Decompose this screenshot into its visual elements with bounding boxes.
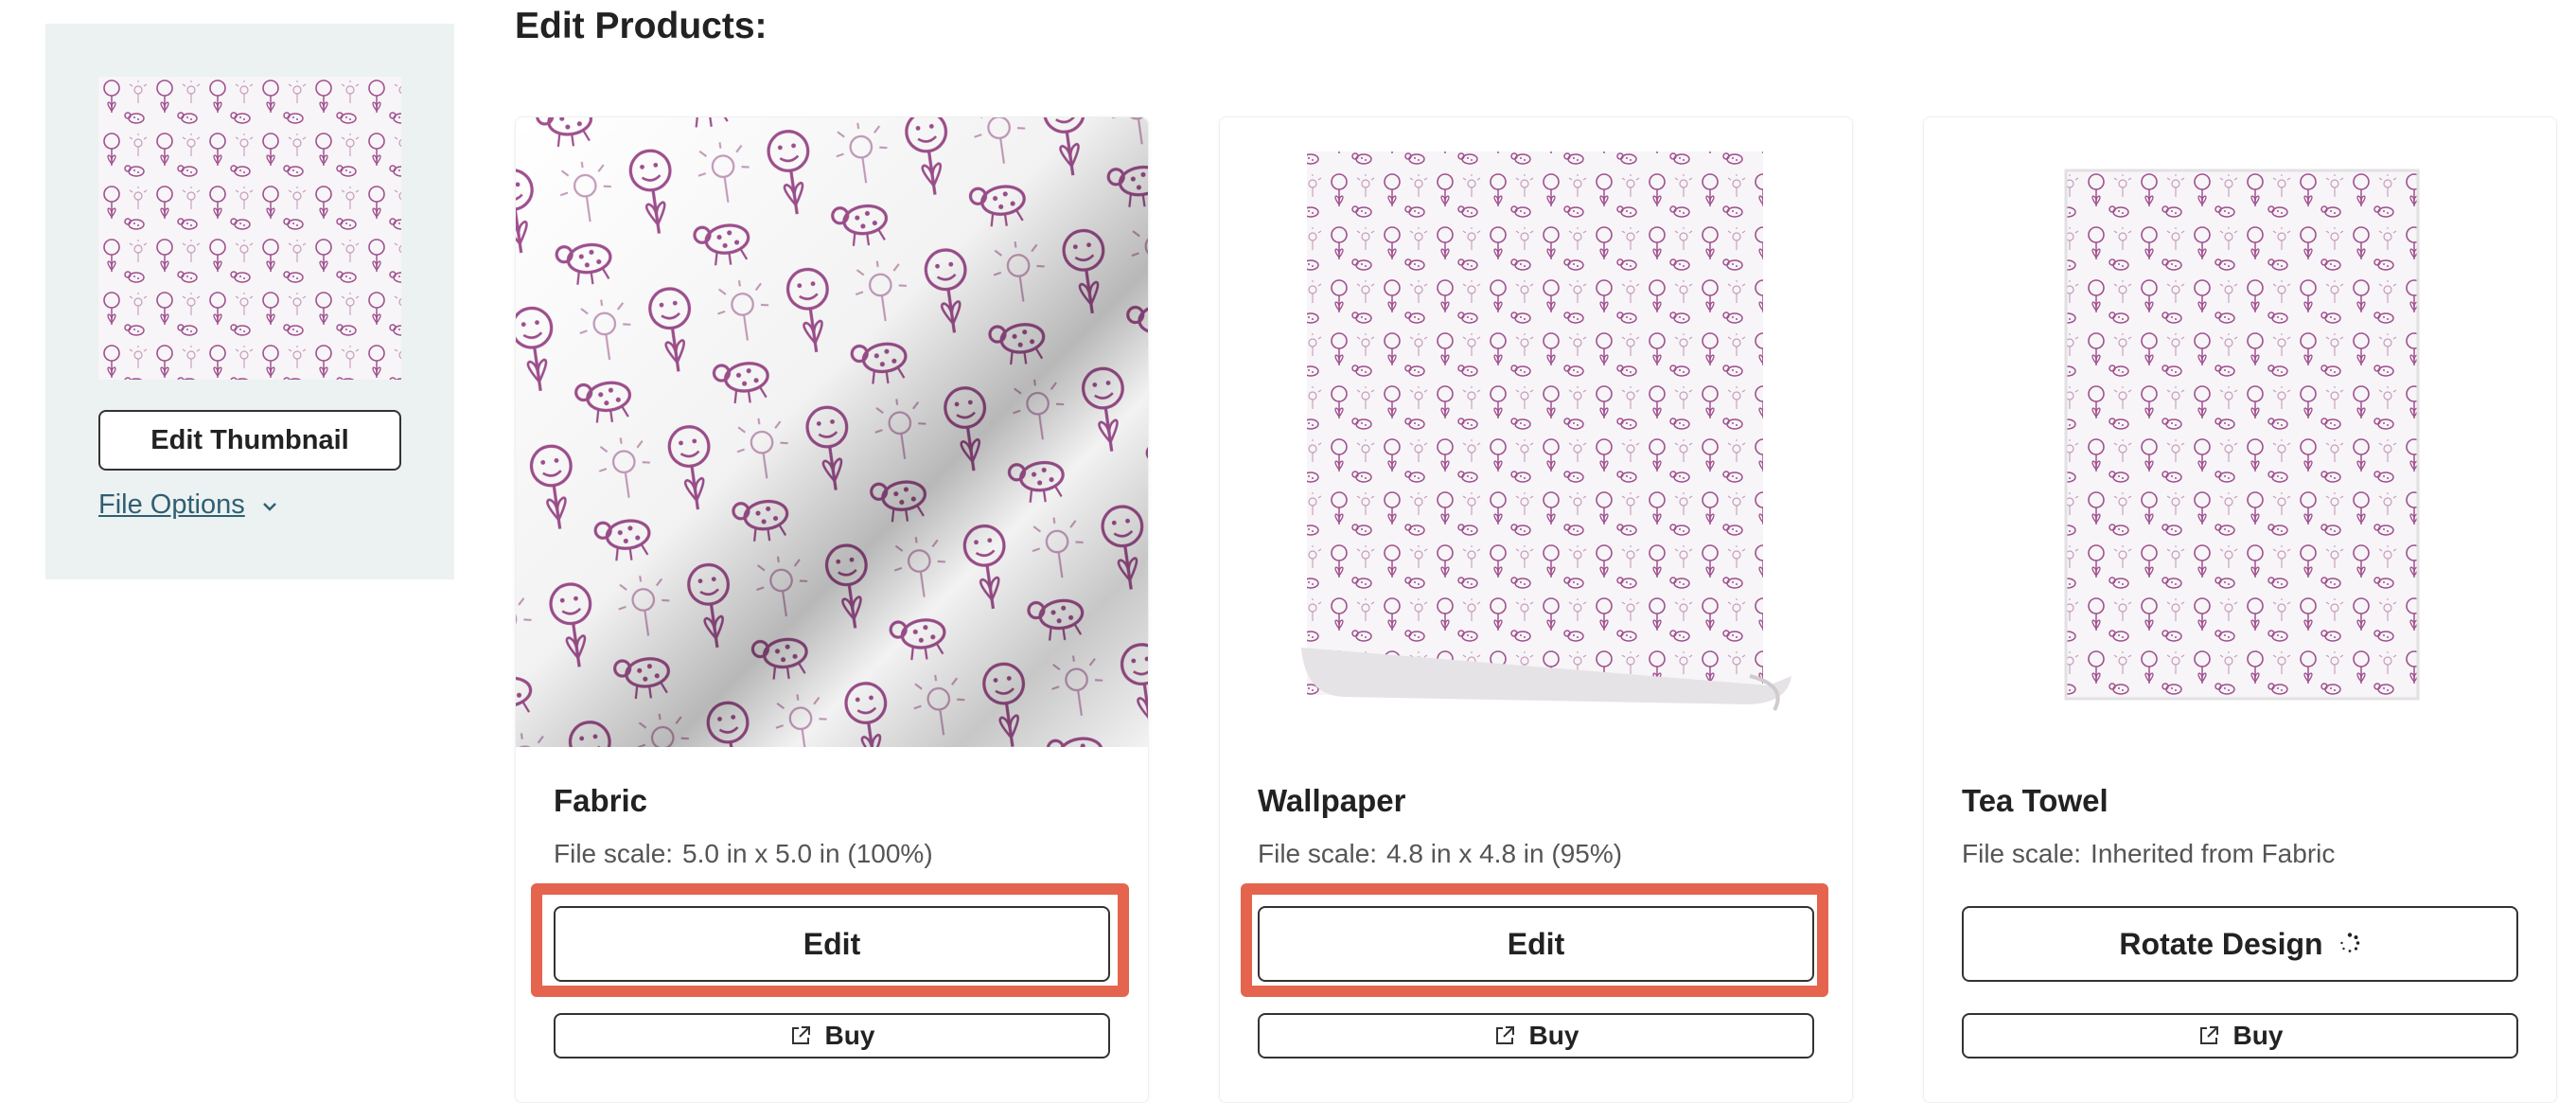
- loading-spinner-icon: [2338, 927, 2361, 962]
- file-scale-label: File scale:: [1258, 839, 1378, 868]
- tea-towel-buy-button[interactable]: Buy: [1962, 1013, 2518, 1059]
- file-scale: File scale: 4.8 in x 4.8 in (95%): [1258, 839, 1622, 869]
- file-scale-label: File scale:: [1962, 839, 2082, 868]
- file-options-toggle[interactable]: File Options: [98, 489, 277, 521]
- buy-label: Buy: [1528, 1021, 1579, 1050]
- buy-label: Buy: [824, 1021, 875, 1050]
- design-thumbnail: [98, 77, 401, 380]
- rotate-design-label: Rotate Design: [2119, 926, 2323, 961]
- fabric-product-image: [516, 117, 1148, 747]
- wallpaper-buy-button[interactable]: Buy: [1258, 1013, 1814, 1059]
- file-scale: File scale: 5.0 in x 5.0 in (100%): [554, 839, 933, 869]
- external-link-icon: [2197, 1024, 2220, 1047]
- product-card-tea-towel: Tea Towel File scale: Inherited from Fab…: [1923, 116, 2557, 1103]
- external-link-icon: [789, 1024, 812, 1047]
- wallpaper-edit-button[interactable]: Edit: [1258, 906, 1814, 982]
- product-name: Tea Towel: [1962, 783, 2108, 818]
- file-options-link[interactable]: File Options: [98, 489, 245, 521]
- product-card-fabric: Fabric File scale: 5.0 in x 5.0 in (100%…: [515, 116, 1149, 1103]
- product-name: Wallpaper: [1258, 783, 1406, 818]
- file-scale: File scale: Inherited from Fabric: [1962, 839, 2335, 869]
- design-sidebar: Edit Thumbnail File Options: [45, 24, 454, 579]
- fabric-buy-button[interactable]: Buy: [554, 1013, 1110, 1059]
- chevron-down-icon[interactable]: [262, 493, 277, 518]
- file-scale-label: File scale:: [554, 839, 674, 868]
- external-link-icon: [1493, 1024, 1516, 1047]
- file-scale-value: 4.8 in x 4.8 in (95%): [1386, 839, 1623, 868]
- edit-thumbnail-button[interactable]: Edit Thumbnail: [98, 410, 401, 471]
- file-scale-value: 5.0 in x 5.0 in (100%): [682, 839, 933, 868]
- product-card-wallpaper: Wallpaper File scale: 4.8 in x 4.8 in (9…: [1219, 116, 1853, 1103]
- buy-label: Buy: [2232, 1021, 2284, 1050]
- wallpaper-product-image: [1220, 117, 1852, 747]
- fabric-edit-button[interactable]: Edit: [554, 906, 1110, 982]
- rotate-design-button[interactable]: Rotate Design: [1962, 906, 2518, 982]
- page-title: Edit Products:: [515, 6, 768, 46]
- file-scale-value: Inherited from Fabric: [2091, 839, 2336, 868]
- tea-towel-product-image: [1924, 117, 2556, 747]
- product-name: Fabric: [554, 783, 648, 818]
